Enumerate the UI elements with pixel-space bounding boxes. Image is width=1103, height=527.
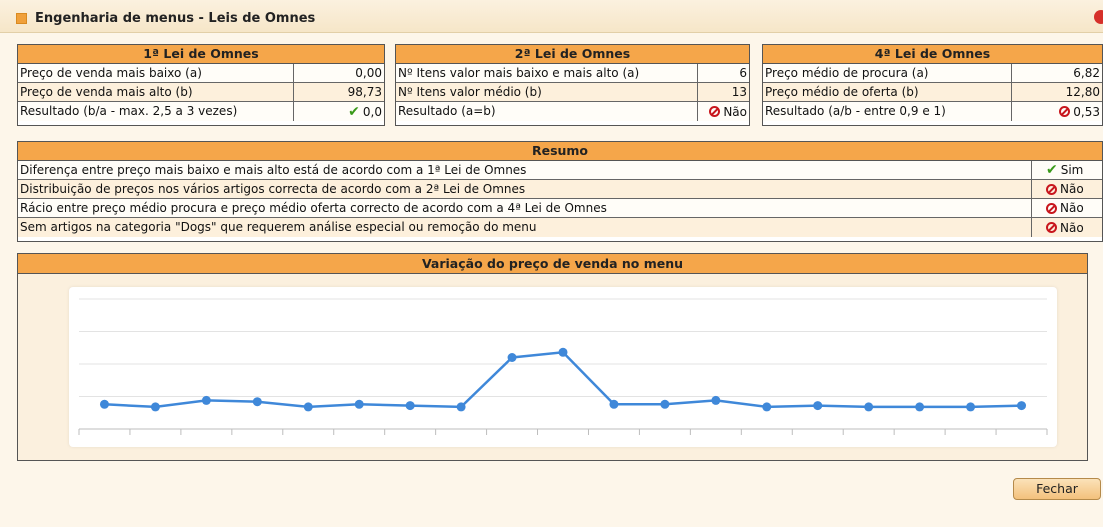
data-point[interactable]: [864, 402, 874, 412]
law1-value: 98,73: [294, 83, 384, 101]
data-point[interactable]: [915, 402, 925, 412]
data-point[interactable]: [711, 395, 721, 405]
law2-value: 13: [698, 83, 749, 101]
summary-label: Sem artigos na categoria "Dogs" que requ…: [18, 218, 1032, 237]
data-point[interactable]: [609, 399, 619, 409]
law4-value-text: 6,82: [1073, 66, 1100, 80]
prohibited-icon: [1046, 183, 1057, 195]
law4-row-demand-price: Preço médio de procura (a) 6,82: [763, 64, 1102, 83]
window-close-icon[interactable]: [1094, 10, 1103, 24]
law4-label: Resultado (a/b - entre 0,9 e 1): [763, 102, 1012, 121]
law2-title: 2ª Lei de Omnes: [396, 45, 749, 64]
law4-row-offer-price: Preço médio de oferta (b) 12,80: [763, 83, 1102, 102]
law1-title: 1ª Lei de Omnes: [18, 45, 384, 64]
law2-value: Não: [698, 102, 749, 121]
window-title: Engenharia de menus - Leis de Omnes: [35, 11, 316, 26]
data-point[interactable]: [99, 399, 109, 409]
law1-value-text: 0,0: [362, 104, 382, 119]
law4-value-text: 0,53: [1073, 104, 1100, 119]
data-point[interactable]: [813, 401, 823, 411]
law4-label: Preço médio de oferta (b): [763, 83, 1012, 101]
law4-value-text: 12,80: [1065, 85, 1100, 99]
check-icon: ✔: [348, 103, 360, 120]
law1-label: Preço de venda mais alto (b): [18, 83, 294, 101]
data-point[interactable]: [303, 402, 313, 412]
law4-label: Preço médio de procura (a): [763, 64, 1012, 82]
window-titlebar: Engenharia de menus - Leis de Omnes: [0, 0, 1103, 33]
price-variation-chart: [78, 298, 1048, 435]
law2-value-text: 13: [731, 85, 747, 99]
summary-value-text: Não: [1060, 201, 1084, 215]
summary-value: Não: [1032, 218, 1102, 237]
law2-label: Nº Itens valor médio (b): [396, 83, 698, 101]
summary-value: ✔ Sim: [1032, 161, 1102, 179]
prohibited-icon: [709, 106, 721, 117]
summary-label: Rácio entre preço médio procura e preço …: [18, 199, 1032, 217]
law1-label: Preço de venda mais baixo (a): [18, 64, 294, 82]
series-line: [104, 350, 1022, 409]
data-point[interactable]: [762, 402, 772, 412]
summary-label: Diferença entre preço mais baixo e mais …: [18, 161, 1032, 179]
law1-value: 0,00: [294, 64, 384, 82]
summary-value-text: Sim: [1060, 163, 1084, 177]
prohibited-icon: [1046, 222, 1057, 233]
check-icon: ✔: [1046, 162, 1058, 178]
data-point[interactable]: [1017, 401, 1027, 411]
law1-value-text: 0,00: [355, 66, 382, 80]
law2-label: Resultado (a=b): [396, 102, 698, 121]
law4-value: 6,82: [1012, 64, 1102, 82]
data-point[interactable]: [660, 399, 670, 409]
summary-row: Diferença entre preço mais baixo e mais …: [18, 161, 1102, 180]
law1-panel: 1ª Lei de Omnes Preço de venda mais baix…: [17, 44, 385, 126]
chart-plot-area: [69, 287, 1057, 447]
summary-label: Distribuição de preços nos vários artigo…: [18, 180, 1032, 198]
law4-row-result: Resultado (a/b - entre 0,9 e 1) 0,53: [763, 102, 1102, 121]
law2-panel: 2ª Lei de Omnes Nº Itens valor mais baix…: [395, 44, 750, 126]
law2-row-mid-items: Nº Itens valor médio (b) 13: [396, 83, 749, 102]
summary-row: Distribuição de preços nos vários artigo…: [18, 180, 1102, 199]
summary-panel: Resumo Diferença entre preço mais baixo …: [17, 141, 1103, 242]
law4-value: 0,53: [1012, 102, 1102, 121]
law2-value: 6: [698, 64, 749, 82]
close-button[interactable]: Fechar: [1013, 478, 1101, 500]
prohibited-icon: [1059, 106, 1071, 117]
data-point[interactable]: [405, 401, 415, 411]
summary-value: Não: [1032, 199, 1102, 217]
data-point[interactable]: [150, 402, 160, 412]
summary-row: Sem artigos na categoria "Dogs" que requ…: [18, 218, 1102, 237]
data-point[interactable]: [354, 399, 364, 409]
law2-row-result: Resultado (a=b) Não: [396, 102, 749, 121]
data-point[interactable]: [966, 402, 976, 412]
law1-value-text: 98,73: [347, 85, 382, 99]
data-point[interactable]: [201, 395, 211, 405]
law2-row-extreme-items: Nº Itens valor mais baixo e mais alto (a…: [396, 64, 749, 83]
law2-value-text: Não: [723, 104, 747, 119]
window-app-icon: [16, 13, 27, 24]
data-point[interactable]: [456, 402, 466, 412]
chart-title: Variação do preço de venda no menu: [18, 254, 1087, 274]
summary-value-text: Não: [1060, 220, 1084, 235]
prohibited-icon: [1046, 202, 1057, 214]
law4-title: 4ª Lei de Omnes: [763, 45, 1102, 64]
data-point[interactable]: [507, 353, 517, 362]
law1-value: ✔ 0,0: [294, 102, 384, 121]
chart-panel: Variação do preço de venda no menu: [17, 253, 1088, 461]
summary-value: Não: [1032, 180, 1102, 198]
law2-label: Nº Itens valor mais baixo e mais alto (a…: [396, 64, 698, 82]
data-point[interactable]: [252, 397, 262, 407]
law1-row-max-price: Preço de venda mais alto (b) 98,73: [18, 83, 384, 102]
data-point[interactable]: [558, 347, 568, 357]
summary-title: Resumo: [18, 142, 1102, 161]
law1-row-result: Resultado (b/a - max. 2,5 a 3 vezes) ✔ 0…: [18, 102, 384, 121]
law1-label: Resultado (b/a - max. 2,5 a 3 vezes): [18, 102, 294, 121]
law4-value: 12,80: [1012, 83, 1102, 101]
law4-panel: 4ª Lei de Omnes Preço médio de procura (…: [762, 44, 1103, 126]
summary-value-text: Não: [1060, 182, 1084, 196]
summary-row: Rácio entre preço médio procura e preço …: [18, 199, 1102, 218]
law1-row-min-price: Preço de venda mais baixo (a) 0,00: [18, 64, 384, 83]
law2-value-text: 6: [739, 66, 747, 80]
